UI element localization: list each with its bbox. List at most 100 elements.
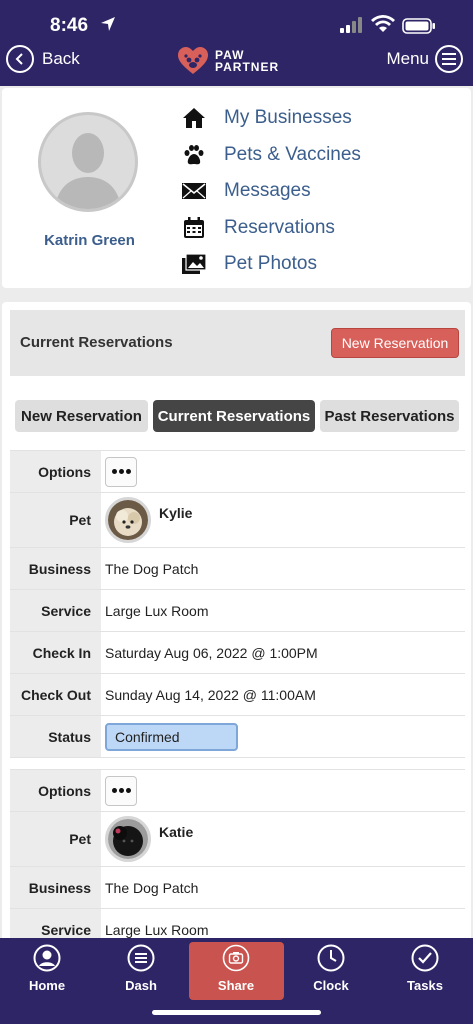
row-business: Business The Dog Patch — [10, 866, 465, 908]
label-business: Business — [10, 548, 101, 589]
check-out-value: Sunday Aug 14, 2022 @ 11:00AM — [105, 686, 316, 703]
back-label: Back — [42, 49, 80, 68]
envelope-icon — [180, 177, 208, 205]
cellular-signal-icon — [340, 17, 362, 33]
row-business: Business The Dog Patch — [10, 547, 465, 589]
tab-past-reservations[interactable]: Past Reservations — [320, 400, 459, 432]
label-pet: Pet — [10, 812, 101, 866]
nav-label: Reservations — [224, 216, 335, 238]
location-arrow-icon — [101, 17, 115, 31]
pet-avatar[interactable] — [105, 816, 151, 862]
reservation-card: Options Pet Kylie Business The Dog Patch… — [10, 450, 465, 769]
label-pet: Pet — [10, 493, 101, 547]
tab-dash[interactable]: Dash — [94, 944, 188, 1000]
reservation-card: Options Pet Katie Business The Dog Patch… — [10, 769, 465, 942]
tab-clock[interactable]: Clock — [284, 944, 378, 1000]
pet-name: Kylie — [159, 505, 193, 521]
tab-tasks[interactable]: Tasks — [378, 944, 472, 1000]
pet-cell: Kylie — [105, 493, 465, 547]
pet-avatar[interactable] — [105, 497, 151, 543]
options-cell — [105, 451, 465, 492]
menu-label: Menu — [386, 49, 429, 68]
row-options: Options — [10, 450, 465, 492]
house-icon — [180, 104, 208, 132]
hamburger-icon — [435, 45, 463, 73]
reservation-tabs: New Reservation Current Reservations Pas… — [15, 400, 459, 432]
status-cell: Confirmed — [105, 716, 465, 757]
heart-paw-icon — [178, 47, 208, 74]
status-bar: 8:46 — [0, 0, 473, 42]
ellipsis-dot — [125, 788, 131, 793]
row-pet: Pet Kylie — [10, 492, 465, 547]
chevron-left-icon — [6, 45, 34, 73]
tab-label: Dash — [125, 978, 157, 993]
label-business: Business — [10, 867, 101, 908]
user-name[interactable]: Katrin Green — [2, 232, 177, 249]
nav-pet-photos[interactable]: Pet Photos — [180, 246, 361, 283]
status-badge: Confirmed — [105, 722, 238, 751]
more-options-button[interactable] — [105, 456, 137, 487]
label-check-out: Check Out — [10, 674, 101, 715]
row-service: Service Large Lux Room — [10, 589, 465, 631]
camera-circle-icon — [222, 944, 250, 972]
business-value: The Dog Patch — [105, 879, 199, 896]
nav-label: My Businesses — [224, 107, 352, 129]
profile-nav: My Businesses Pets & Vaccines Messages R… — [180, 100, 361, 283]
ellipsis-dot — [125, 469, 131, 474]
row-pet: Pet Katie — [10, 811, 465, 866]
label-options: Options — [10, 451, 101, 492]
options-cell — [105, 770, 465, 811]
menu-button[interactable]: Menu — [386, 45, 463, 73]
reservations-panel: Current Reservations New Reservation New… — [2, 302, 471, 942]
user-avatar[interactable] — [38, 112, 138, 212]
back-button[interactable]: Back — [6, 45, 80, 73]
tab-home[interactable]: Home — [0, 944, 94, 1000]
checkmark-circle-icon — [411, 944, 439, 972]
list-circle-icon — [127, 944, 155, 972]
label-options: Options — [10, 770, 101, 811]
calendar-icon — [180, 214, 208, 242]
tab-new-reservation[interactable]: New Reservation — [15, 400, 148, 432]
ellipsis-dot — [118, 469, 124, 474]
ellipsis-dot — [118, 788, 124, 793]
new-reservation-button[interactable]: New Reservation — [331, 328, 459, 358]
nav-label: Messages — [224, 180, 311, 202]
nav-label: Pets & Vaccines — [224, 143, 361, 165]
paw-partner-logo: PAW PARTNER — [177, 46, 279, 76]
logo-text-bottom: PARTNER — [215, 60, 280, 74]
row-check-in: Check In Saturday Aug 06, 2022 @ 1:00PM — [10, 631, 465, 673]
tab-label: Home — [28, 978, 66, 993]
wifi-icon — [371, 15, 395, 32]
paw-icon — [180, 141, 208, 169]
clock-time: 8:46 — [50, 15, 89, 36]
reservations-header: Current Reservations New Reservation — [10, 310, 465, 376]
ellipsis-icon — [111, 788, 117, 793]
tab-share[interactable]: Share — [189, 944, 283, 1000]
nav-pets-vaccines[interactable]: Pets & Vaccines — [180, 137, 361, 174]
nav-messages[interactable]: Messages — [180, 173, 361, 210]
tab-label: Tasks — [407, 978, 443, 993]
label-check-in: Check In — [10, 632, 101, 673]
pet-name: Katie — [159, 824, 194, 840]
ellipsis-icon — [111, 469, 117, 474]
pet-cell: Katie — [105, 812, 465, 866]
row-service: Service Large Lux Room — [10, 908, 465, 942]
home-indicator — [152, 1010, 321, 1015]
clock-icon — [317, 944, 345, 972]
nav-label: Pet Photos — [224, 253, 317, 275]
label-service: Service — [10, 590, 101, 631]
top-bar: 8:46 Back PAW PARTNER Menu — [0, 0, 473, 86]
nav-my-businesses[interactable]: My Businesses — [180, 100, 361, 137]
person-silhouette-icon — [55, 133, 121, 209]
tab-label: Share — [217, 978, 255, 993]
label-status: Status — [10, 716, 101, 757]
card-separator — [10, 757, 465, 769]
nav-reservations[interactable]: Reservations — [180, 210, 361, 247]
row-options: Options — [10, 769, 465, 811]
battery-icon — [402, 18, 435, 34]
tab-current-reservations[interactable]: Current Reservations — [153, 400, 315, 432]
profile-card: Katrin Green My Businesses Pets & Vaccin… — [2, 88, 471, 288]
business-value: The Dog Patch — [105, 560, 199, 577]
more-options-button[interactable] — [105, 775, 137, 806]
check-in-value: Saturday Aug 06, 2022 @ 1:00PM — [105, 644, 318, 661]
